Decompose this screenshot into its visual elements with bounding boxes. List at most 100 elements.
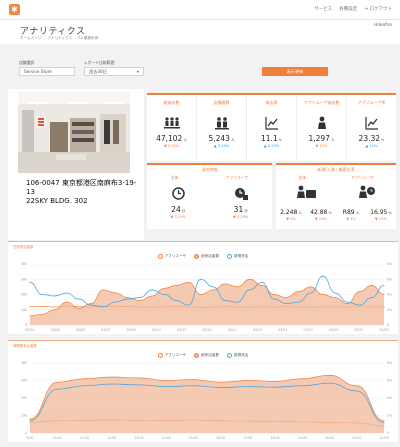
- data-point: [90, 303, 92, 305]
- legend-item[interactable]: アプリユーザ: [157, 353, 186, 358]
- y-tick-label: 200: [21, 396, 27, 400]
- y2-tick-label: 8%: [387, 361, 392, 365]
- kpi-value: R89人: [337, 209, 366, 216]
- kpi-visit-rate: 来店率 11.1% ▲ 0.23%: [246, 95, 296, 161]
- data-point: [29, 418, 31, 420]
- series-area: [30, 279, 384, 325]
- y-tick-label: 400: [21, 361, 27, 365]
- data-point: [151, 295, 153, 297]
- data-point: [111, 383, 113, 385]
- kpi-unit: %: [381, 138, 385, 142]
- data-point: [249, 278, 251, 280]
- kpi-change: ▼ 13%: [315, 217, 327, 221]
- panel-title: 新規/入場 / 顧客比率: [317, 167, 355, 172]
- legend-item[interactable]: 総来店者数: [194, 353, 219, 358]
- data-point: [41, 294, 43, 295]
- legend-item[interactable]: 総来店者数: [194, 254, 219, 259]
- x-tick-label: 03/21: [278, 328, 287, 332]
- chevron-down-icon: ▾: [136, 69, 139, 74]
- data-point: [138, 384, 140, 386]
- data-point: [53, 309, 55, 311]
- data-point: [111, 376, 113, 378]
- kpi-number: 47,102: [156, 134, 183, 143]
- col-head: アプリユーザ: [225, 175, 249, 180]
- kpi-value: 11.1%: [247, 134, 296, 143]
- legend-label: 新規来店: [234, 353, 249, 357]
- legend-item[interactable]: 新規来店: [227, 254, 248, 259]
- data-point: [301, 378, 303, 380]
- kpi-number: 1,297: [308, 134, 330, 143]
- kpi-unit: 分: [181, 209, 186, 213]
- store-info-card: 106-0047 東京都港区南麻布3-19- 13 22SKY BLDG. 30…: [8, 89, 144, 240]
- kpi-unit: 人: [298, 211, 302, 215]
- data-point: [78, 298, 80, 300]
- x-tick-label: 03/27: [354, 328, 363, 332]
- data-point: [29, 306, 31, 308]
- chart-title: 日別来店者数: [13, 245, 34, 249]
- data-point: [285, 297, 287, 299]
- data-point: [273, 294, 275, 295]
- clock-cart-icon: [213, 187, 269, 201]
- address-line: 13: [26, 188, 35, 196]
- legend-item[interactable]: 新規来店: [227, 353, 248, 358]
- kpi-change: ▼ 3.29%: [233, 215, 249, 219]
- legend-dot: [194, 254, 200, 259]
- data-point: [322, 275, 324, 277]
- nav-service-link[interactable]: サービス: [314, 6, 332, 12]
- data-point: [237, 301, 239, 303]
- col-head: 全体: [298, 175, 307, 180]
- data-point: [29, 420, 31, 422]
- x-tick-label: 03/19: [253, 328, 262, 332]
- nav-logout-link[interactable]: ⇥ ログアウト: [364, 6, 392, 12]
- y-tick-label: 100: [21, 308, 27, 312]
- breadcrumb-item[interactable]: アナリティクス: [47, 36, 72, 41]
- data-point: [310, 286, 312, 288]
- series-area: [30, 375, 384, 433]
- update-button[interactable]: 表示更新: [262, 67, 328, 76]
- data-point: [127, 298, 129, 300]
- data-point: [114, 292, 116, 294]
- x-tick-label: 15:00: [189, 436, 198, 440]
- kpi-value: 47,102人: [147, 134, 196, 143]
- kpi-title: 総来店数: [163, 100, 180, 105]
- breadcrumb-item[interactable]: ホームページ: [20, 36, 41, 41]
- kpi-value: 31分: [213, 205, 269, 214]
- kpi-change: ▼ 3.29%: [170, 215, 186, 219]
- app-logo[interactable]: ✱: [9, 4, 20, 15]
- nav-settings-link[interactable]: 各種設定: [339, 6, 357, 12]
- data-point: [188, 281, 190, 283]
- kpi-unit: %: [388, 211, 392, 215]
- y-tick-label: 200: [21, 293, 27, 297]
- breadcrumb: ホームページ アナリティクス 04 義務系例: [20, 36, 98, 41]
- y2-tick-label: 2%: [387, 414, 392, 418]
- kpi-value: 2,248人: [277, 209, 306, 216]
- stay-all: 24分 ▼ 3.29%: [150, 187, 206, 219]
- data-point: [359, 290, 361, 292]
- data-point: [273, 298, 275, 300]
- store-select[interactable]: Service Store: [19, 67, 75, 76]
- y-tick-label: 400: [21, 262, 27, 266]
- kpi-row: 総来店数 47,102人 ▼ 0.10% 店舗客数 5,243人 ▲ 2.19%…: [147, 93, 396, 161]
- legend-item[interactable]: アプリユーザ: [157, 254, 186, 259]
- stay-time-panel: 滞在時間 全体 アプリユーザ 24分 ▼ 3.29% 31分 ▼ 3.29%: [147, 163, 272, 229]
- store-select-label: 店舗選択: [19, 60, 35, 65]
- top-nav: サービス 各種設定 ⇥ ログアウト: [314, 6, 392, 12]
- kpi-unit: 人: [355, 211, 360, 215]
- x-tick-label: 14:00: [162, 436, 171, 440]
- kpi-change: ▼ 3%: [346, 217, 356, 221]
- user-name[interactable]: Hakefire: [374, 23, 392, 28]
- kpi-number: 5,243: [208, 134, 230, 143]
- y-tick-label: 100: [21, 414, 27, 418]
- kpi-value: 1,297人: [297, 134, 346, 143]
- data-point: [383, 420, 385, 422]
- kpi-number: 23.32: [358, 134, 381, 143]
- data-point: [383, 422, 385, 423]
- repeat-value: 2,248人 ▼ 3%: [277, 205, 306, 221]
- top-bar: ✱ サービス 各種設定 ⇥ ログアウト: [0, 0, 400, 20]
- data-point: [220, 381, 222, 383]
- y2-tick-label: 4%: [387, 396, 392, 400]
- period-select[interactable]: 過去30日 ▾: [84, 67, 144, 76]
- data-point: [90, 304, 92, 306]
- x-tick-label: 17:00: [243, 436, 252, 440]
- kpi-change: ▲ 12%: [365, 144, 378, 148]
